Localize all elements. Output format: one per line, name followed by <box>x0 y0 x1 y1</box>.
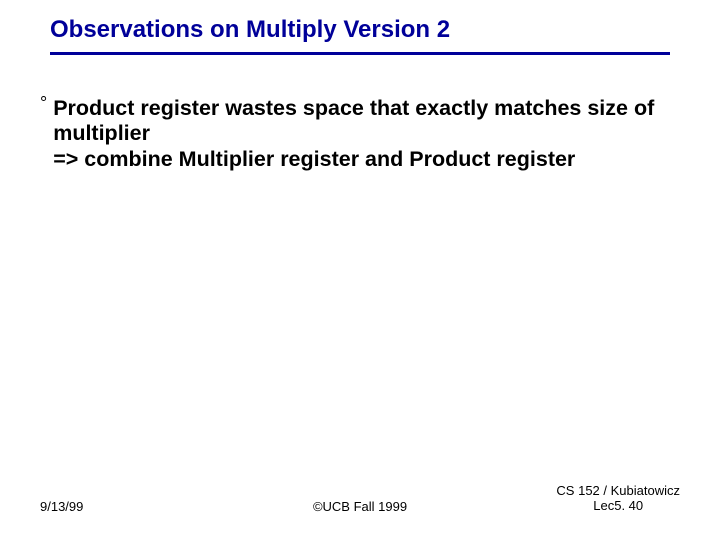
footer-course-line1: CS 152 / Kubiatowicz <box>556 483 680 499</box>
footer-copyright: ©UCB Fall 1999 <box>313 499 407 514</box>
title-underline <box>50 52 670 55</box>
slide-footer: 9/13/99 ©UCB Fall 1999 CS 152 / Kubiatow… <box>40 483 680 514</box>
bullet-marker: ° <box>40 92 47 114</box>
title-block: Observations on Multiply Version 2 <box>50 16 670 55</box>
bullet-text: Product register wastes space that exact… <box>53 96 680 172</box>
footer-course: CS 152 / Kubiatowicz Lec5. 40 <box>556 483 680 514</box>
bullet-item: ° Product register wastes space that exa… <box>40 96 680 172</box>
slide-body: ° Product register wastes space that exa… <box>40 96 680 172</box>
slide-title: Observations on Multiply Version 2 <box>50 16 670 50</box>
footer-date: 9/13/99 <box>40 499 83 514</box>
slide: Observations on Multiply Version 2 ° Pro… <box>0 0 720 540</box>
footer-course-line2: Lec5. 40 <box>556 498 680 514</box>
